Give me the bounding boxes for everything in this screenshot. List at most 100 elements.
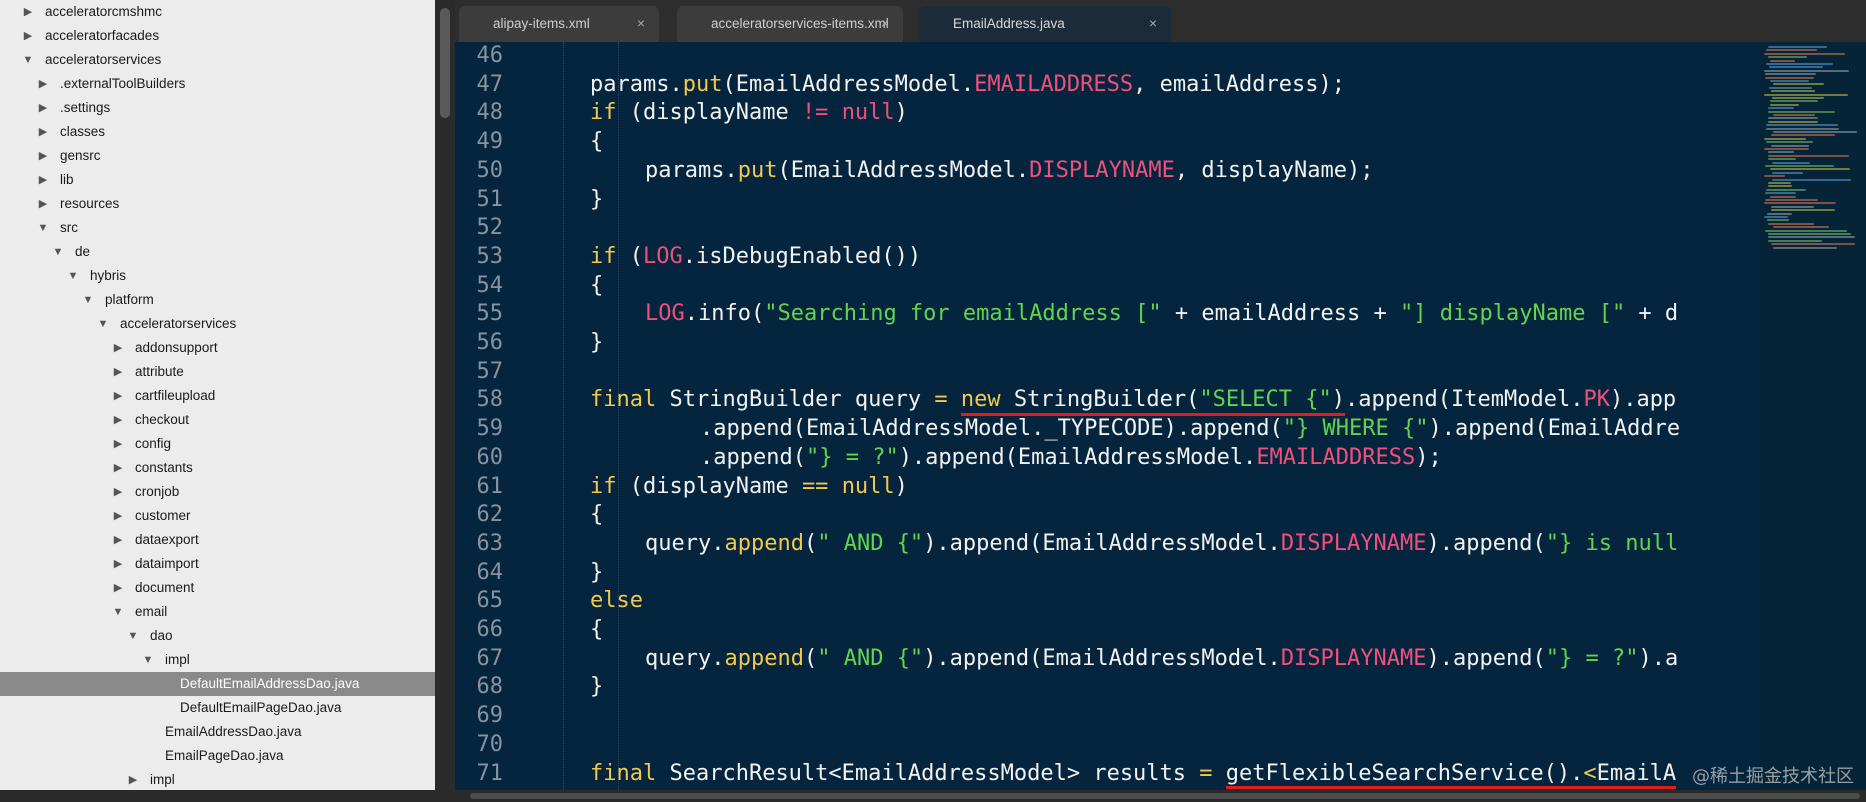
collapsed-arrow-icon[interactable]: ▶ [111, 456, 125, 480]
tree-item[interactable]: ▼ src [0, 216, 435, 240]
tree-item[interactable]: ▶ checkout [0, 408, 435, 432]
tree-item[interactable]: ▼ acceleratorservices [0, 48, 435, 72]
code-line[interactable]: params.put(EmailAddressModel.DISPLAYNAME… [645, 157, 1374, 186]
expanded-arrow-icon[interactable]: ▼ [51, 240, 65, 264]
tree-item[interactable]: ▶ acceleratorcmshmc [0, 0, 435, 24]
code-line[interactable]: if (LOG.isDebugEnabled()) [590, 243, 921, 272]
tree-item[interactable]: ▶ document [0, 576, 435, 600]
close-icon[interactable]: × [1149, 15, 1157, 31]
code-line[interactable]: final StringBuilder query = new StringBu… [590, 386, 1676, 415]
tree-item[interactable]: ▶ customer [0, 504, 435, 528]
collapsed-arrow-icon[interactable]: ▶ [36, 120, 50, 144]
collapsed-arrow-icon[interactable]: ▶ [111, 384, 125, 408]
collapsed-arrow-icon[interactable]: ▶ [111, 480, 125, 504]
expanded-arrow-icon[interactable]: ▼ [141, 648, 155, 672]
collapsed-arrow-icon[interactable]: ▶ [111, 360, 125, 384]
tree-item[interactable]: ▶ config [0, 432, 435, 456]
tree-item[interactable]: ▼ email [0, 600, 435, 624]
close-icon[interactable]: × [881, 15, 889, 31]
tree-item-label: lib [60, 172, 74, 187]
tree-item[interactable]: ▶ acceleratorfacades [0, 24, 435, 48]
collapsed-arrow-icon[interactable]: ▶ [36, 168, 50, 192]
code-line[interactable]: { [590, 128, 603, 157]
code-line[interactable]: } [590, 673, 603, 702]
code-line[interactable]: final SearchResult<EmailAddressModel> re… [590, 760, 1676, 789]
code-token: + emailAddress + [1161, 301, 1401, 327]
code-line[interactable]: params.put(EmailAddressModel.EMAILADDRES… [590, 71, 1345, 100]
tree-item[interactable]: ▶ dataimport [0, 552, 435, 576]
expanded-arrow-icon[interactable]: ▼ [126, 624, 140, 648]
code-line[interactable]: if (displayName == null) [590, 473, 908, 502]
code-line[interactable]: { [590, 616, 603, 645]
editor-tab[interactable]: acceleratorservices-items.xml × [677, 6, 903, 42]
collapsed-arrow-icon[interactable]: ▶ [111, 504, 125, 528]
tree-item[interactable]: ▶ cronjob [0, 480, 435, 504]
tree-item[interactable]: ▼ acceleratorservices [0, 312, 435, 336]
collapsed-arrow-icon[interactable]: ▶ [36, 72, 50, 96]
tree-item[interactable]: ▼ platform [0, 288, 435, 312]
code-area[interactable]: params.put(EmailAddressModel.EMAILADDRES… [535, 42, 1760, 790]
code-line[interactable]: } [590, 559, 603, 588]
code-line[interactable]: } [590, 329, 603, 358]
close-icon[interactable]: × [637, 15, 645, 31]
sidebar-scrollbar[interactable] [435, 0, 455, 790]
sidebar-scroll-thumb[interactable] [440, 8, 450, 118]
code-line[interactable]: } [590, 186, 603, 215]
tree-item[interactable]: ▶ cartfileupload [0, 384, 435, 408]
code-line[interactable]: LOG.info("Searching for emailAddress [" … [645, 300, 1678, 329]
horizontal-scrollbar[interactable] [0, 790, 1866, 802]
code-line[interactable]: { [590, 272, 603, 301]
expanded-arrow-icon[interactable]: ▼ [96, 312, 110, 336]
code-line[interactable]: query.append(" AND {").append(EmailAddre… [645, 530, 1678, 559]
collapsed-arrow-icon[interactable]: ▶ [21, 0, 35, 24]
tree-item[interactable]: ▶ impl [0, 768, 435, 790]
tree-item[interactable]: ▶ attribute [0, 360, 435, 384]
collapsed-arrow-icon[interactable]: ▶ [111, 528, 125, 552]
tree-item[interactable]: EmailAddressDao.java [0, 720, 435, 744]
tree-item[interactable]: ▶ dataexport [0, 528, 435, 552]
collapsed-arrow-icon[interactable]: ▶ [111, 552, 125, 576]
tree-item[interactable]: ▼ impl [0, 648, 435, 672]
tree-item[interactable]: ▶ constants [0, 456, 435, 480]
collapsed-arrow-icon[interactable]: ▶ [36, 96, 50, 120]
tree-item[interactable]: ▶ .externalToolBuilders [0, 72, 435, 96]
editor-tab[interactable]: EmailAddress.java × [919, 6, 1171, 42]
tree-item[interactable]: DefaultEmailAddressDao.java [0, 672, 435, 696]
expanded-arrow-icon[interactable]: ▼ [111, 600, 125, 624]
expanded-arrow-icon[interactable]: ▼ [36, 216, 50, 240]
tree-item[interactable]: ▼ hybris [0, 264, 435, 288]
code-editor[interactable]: 46 47 48 49 50 51 52 53 54 55 56 57 58 59 60 61 62 63 64 65… [455, 42, 1866, 790]
tab-bar: alipay-items.xml × acceleratorservices-ite… [455, 0, 1866, 42]
expanded-arrow-icon[interactable]: ▼ [21, 48, 35, 72]
tree-item[interactable]: ▼ de [0, 240, 435, 264]
collapsed-arrow-icon[interactable]: ▶ [126, 768, 140, 790]
code-line[interactable]: .append("} = ?").append(EmailAddressMode… [700, 444, 1442, 473]
red-annotation-underline [1225, 786, 1676, 790]
code-line[interactable]: if (displayName != null) [590, 99, 908, 128]
editor-tab[interactable]: alipay-items.xml × [459, 6, 659, 42]
collapsed-arrow-icon[interactable]: ▶ [21, 24, 35, 48]
horizontal-scroll-thumb[interactable] [470, 793, 1860, 799]
code-line[interactable]: { [590, 501, 603, 530]
tree-item[interactable]: ▶ classes [0, 120, 435, 144]
tree-item[interactable]: ▶ addonsupport [0, 336, 435, 360]
expanded-arrow-icon[interactable]: ▼ [66, 264, 80, 288]
tree-item[interactable]: DefaultEmailPageDao.java [0, 696, 435, 720]
code-line[interactable]: .append(EmailAddressModel._TYPECODE).app… [700, 415, 1680, 444]
tree-item[interactable]: ▶ gensrc [0, 144, 435, 168]
expanded-arrow-icon[interactable]: ▼ [81, 288, 95, 312]
collapsed-arrow-icon[interactable]: ▶ [111, 408, 125, 432]
tree-item[interactable]: ▶ .settings [0, 96, 435, 120]
minimap[interactable] [1760, 42, 1866, 790]
code-line[interactable]: query.append(" AND {").append(EmailAddre… [645, 645, 1678, 674]
collapsed-arrow-icon[interactable]: ▶ [111, 432, 125, 456]
code-line[interactable]: else [590, 587, 643, 616]
collapsed-arrow-icon[interactable]: ▶ [36, 144, 50, 168]
collapsed-arrow-icon[interactable]: ▶ [36, 192, 50, 216]
tree-item[interactable]: ▼ dao [0, 624, 435, 648]
tree-item[interactable]: ▶ lib [0, 168, 435, 192]
collapsed-arrow-icon[interactable]: ▶ [111, 576, 125, 600]
tree-item[interactable]: EmailPageDao.java [0, 744, 435, 768]
collapsed-arrow-icon[interactable]: ▶ [111, 336, 125, 360]
tree-item[interactable]: ▶ resources [0, 192, 435, 216]
